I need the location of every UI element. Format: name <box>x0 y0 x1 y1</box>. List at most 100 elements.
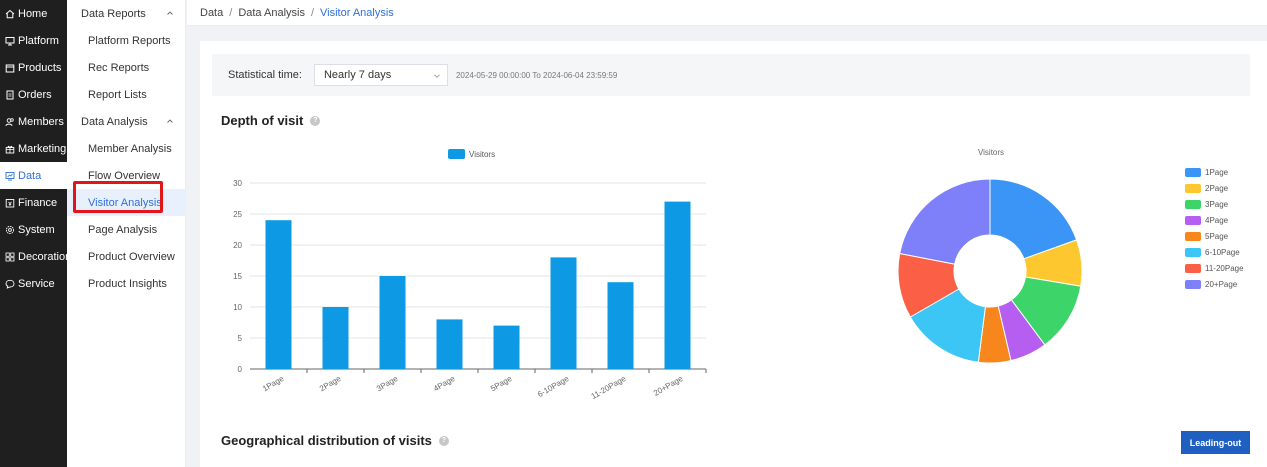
pie-chart <box>897 178 1083 364</box>
submenu-group-label: Data Analysis <box>81 115 148 128</box>
nav-item-system[interactable]: System <box>0 216 67 243</box>
document-icon <box>6 90 14 99</box>
nav-item-label: Data <box>18 169 42 182</box>
legend-item-3Page[interactable]: 3Page <box>1185 196 1265 212</box>
help-icon[interactable]: ? <box>438 435 449 446</box>
submenu-item-platform-reports[interactable]: Platform Reports <box>67 27 186 54</box>
legend-label: 5Page <box>1205 231 1229 241</box>
breadcrumb-item-data-analysis[interactable]: Data Analysis <box>238 7 305 19</box>
nav-item-data[interactable]: Data <box>0 162 67 189</box>
legend-item-2Page[interactable]: 2Page <box>1185 180 1265 196</box>
legend-swatch <box>1185 167 1201 177</box>
y-tick-label: 15 <box>233 272 242 281</box>
x-tick-label: 20+Page <box>652 374 685 398</box>
y-tick-label: 10 <box>233 303 242 312</box>
bar-5Page[interactable] <box>493 325 520 369</box>
bar-11-20Page[interactable] <box>607 282 634 369</box>
y-tick-label: 0 <box>238 365 243 374</box>
legend-label: 1Page <box>1205 167 1229 177</box>
pie-legend: 1Page 2Page 3Page 4Page 5Page 6-10Page 11-20Pa… <box>1185 164 1265 292</box>
nav-item-label: Orders <box>18 88 52 101</box>
x-tick-label: 1Page <box>261 374 286 394</box>
nav-item-platform[interactable]: Platform <box>0 27 67 54</box>
legend-item-11-20Page[interactable]: 11-20Page <box>1185 260 1265 276</box>
legend-label: 6-10Page <box>1205 247 1240 257</box>
nav-item-label: Marketing <box>18 142 67 155</box>
nav-item-home[interactable]: Home <box>0 0 67 27</box>
submenu-item-report-lists[interactable]: Report Lists <box>67 81 186 108</box>
nav-item-decoration[interactable]: Decoration <box>0 243 71 270</box>
x-tick-label: 6-10Page <box>536 374 571 399</box>
submenu-item-label: Page Analysis <box>88 223 158 236</box>
submenu-item-label: Product Overview <box>88 250 175 263</box>
home-icon <box>5 9 15 18</box>
nav-item-marketing[interactable]: Marketing <box>0 135 67 162</box>
submenu-item-label: Flow Overview <box>88 169 161 182</box>
geo-distribution-title: Geographical distribution of visits ? <box>221 433 449 448</box>
submenu-item-page-analysis[interactable]: Page Analysis <box>67 216 186 243</box>
sub-menu: Data Reports Platform Reports Rec Report… <box>67 0 186 467</box>
bar-1Page[interactable] <box>265 220 292 369</box>
submenu-group-data-analysis[interactable]: Data Analysis <box>67 108 186 135</box>
submenu-item-label: Report Lists <box>88 88 147 101</box>
submenu-item-label: Visitor Analysis <box>88 196 162 209</box>
main-nav: Home Platform Products Orders Members Ma… <box>0 0 71 467</box>
chevron-up-icon <box>167 119 173 123</box>
chart-icon <box>5 171 15 180</box>
legend-label: 2Page <box>1205 183 1229 193</box>
chevron-up-icon <box>167 11 173 15</box>
legend-swatch <box>1185 199 1201 209</box>
bar-3Page[interactable] <box>379 276 406 369</box>
submenu-item-flow-overview[interactable]: Flow Overview <box>67 162 186 189</box>
legend-item-6-10Page[interactable]: 6-10Page <box>1185 244 1265 260</box>
nav-item-label: Home <box>18 7 48 20</box>
breadcrumb-item-data[interactable]: Data <box>200 7 223 19</box>
nav-item-products[interactable]: Products <box>0 54 67 81</box>
users-icon <box>5 117 14 126</box>
x-tick-label: 3Page <box>375 374 400 394</box>
leading-out-button[interactable]: Leading-out <box>1181 431 1250 454</box>
legend-item-5Page[interactable]: 5Page <box>1185 228 1265 244</box>
nav-item-label: Finance <box>18 196 58 209</box>
pie-slice-20+Page[interactable] <box>899 178 991 265</box>
main-card: Statistical time: Nearly 7 days 2024-05-… <box>200 41 1267 467</box>
nav-item-service[interactable]: Service <box>0 270 67 297</box>
submenu-group-data-reports[interactable]: Data Reports <box>67 0 186 27</box>
submenu-item-rec-reports[interactable]: Rec Reports <box>67 54 186 81</box>
breadcrumb-separator: / <box>229 6 233 19</box>
breadcrumb-item-current: Visitor Analysis <box>320 6 394 19</box>
legend-label: 11-20Page <box>1205 263 1244 273</box>
legend-item-4Page[interactable]: 4Page <box>1185 212 1265 228</box>
breadcrumb-separator: / <box>310 6 315 19</box>
x-tick-label: 5Page <box>489 374 514 394</box>
nav-item-finance[interactable]: Finance <box>0 189 67 216</box>
bar-legend-swatch[interactable] <box>448 149 465 159</box>
submenu-item-product-insights[interactable]: Product Insights <box>67 270 186 297</box>
bar-2Page[interactable] <box>322 307 349 369</box>
nav-item-orders[interactable]: Orders <box>0 81 67 108</box>
submenu-item-member-analysis[interactable]: Member Analysis <box>67 135 186 162</box>
legend-item-1Page[interactable]: 1Page <box>1185 164 1265 180</box>
submenu-item-visitor-analysis[interactable]: Visitor Analysis <box>67 189 186 216</box>
legend-item-20+Page[interactable]: 20+Page <box>1185 276 1265 292</box>
monitor-icon <box>5 36 15 45</box>
breadcrumb: Data / Data Analysis / Visitor Analysis <box>187 0 1267 26</box>
nav-item-members[interactable]: Members <box>0 108 67 135</box>
submenu-item-product-overview[interactable]: Product Overview <box>67 243 186 270</box>
bar-4Page[interactable] <box>436 319 463 369</box>
y-tick-label: 25 <box>233 210 242 219</box>
legend-swatch <box>1185 247 1201 257</box>
submenu-group-label: Data Reports <box>81 7 146 20</box>
legend-swatch <box>1185 231 1201 241</box>
legend-swatch <box>1185 183 1201 193</box>
bar-20+Page[interactable] <box>664 201 691 369</box>
bar-legend-label: Visitors <box>469 150 495 159</box>
box-icon <box>5 64 15 72</box>
bar-chart: Visitors 0 5 10 15 20 25 30 1Page 2Page 3Page 4Page… <box>233 149 707 401</box>
legend-label: 4Page <box>1205 215 1229 225</box>
bar-6-10Page[interactable] <box>550 257 577 369</box>
x-tick-label: 4Page <box>432 374 457 394</box>
nav-item-label: System <box>18 223 55 236</box>
legend-swatch <box>1185 215 1201 225</box>
legend-swatch <box>1185 263 1201 273</box>
